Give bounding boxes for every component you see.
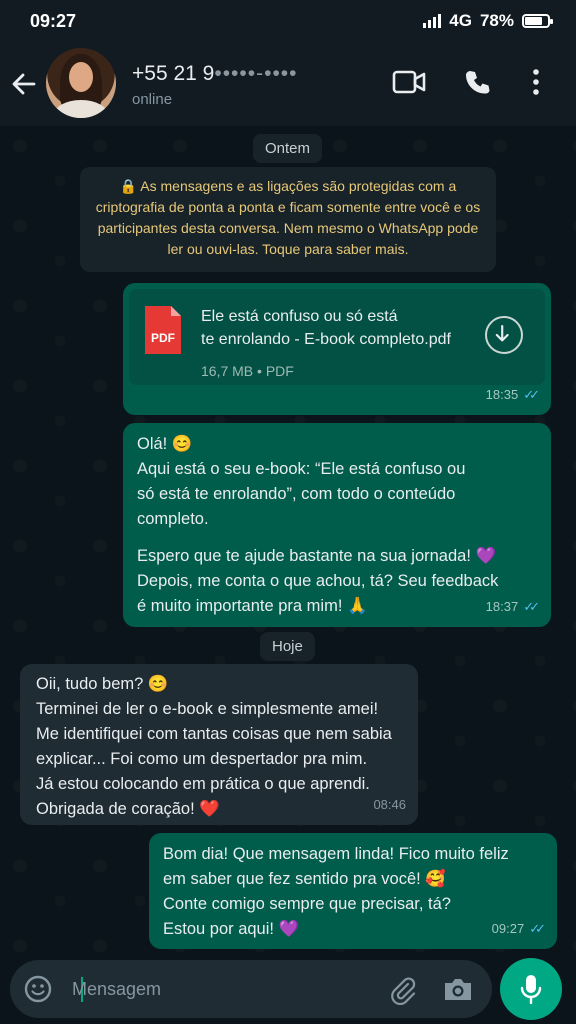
message-input[interactable] [72, 974, 372, 1004]
encryption-notice[interactable]: 🔒 As mensagens e as ligações são protegi… [80, 167, 496, 272]
message-meta: 18:35 ✓✓ [485, 382, 540, 407]
message-composer [0, 956, 576, 1024]
date-chip-yesterday: Ontem [253, 134, 323, 163]
download-icon[interactable] [485, 316, 523, 354]
contact-status: online [132, 91, 173, 108]
status-bar: 09:27 4G 78% [0, 0, 576, 44]
chat-area[interactable]: Ontem 🔒 As mensagens e as ligações são p… [0, 126, 576, 956]
chat-header: +55 21 9•••••-•••• online [0, 44, 576, 126]
status-time: 09:27 [30, 11, 77, 31]
network-type: 4G [449, 11, 472, 30]
message-time: 08:46 [373, 797, 406, 812]
microphone-icon [520, 975, 542, 1005]
camera-icon[interactable] [442, 974, 474, 1004]
outgoing-message[interactable]: Bom dia! Que mensagem linda! Fico muito … [149, 833, 557, 949]
message-meta: 09:27 ✓✓ [491, 916, 546, 941]
message-meta: 18:37 ✓✓ [485, 594, 540, 619]
message-time: 09:27 [491, 921, 525, 936]
document-message[interactable]: PDF Ele está confuso ou só está te enrol… [123, 283, 551, 415]
message-time: 18:35 [485, 387, 519, 402]
more-options-icon[interactable] [530, 68, 542, 96]
attachment-icon[interactable] [388, 975, 418, 1005]
message-input-container [10, 960, 492, 1018]
incoming-message[interactable]: Oii, tudo bem? 😊 Terminei de ler o e-boo… [20, 664, 418, 825]
outgoing-message[interactable]: Olá! 😊 Aqui está o seu e-book: “Ele está… [123, 423, 551, 627]
read-ticks-icon: ✓✓ [529, 921, 546, 936]
document-card[interactable]: PDF Ele está confuso ou só está te enrol… [129, 289, 545, 385]
message-meta: 08:46 [373, 792, 406, 817]
emoji-icon[interactable] [24, 975, 52, 1003]
video-call-icon[interactable] [392, 68, 426, 96]
contact-number: +55 21 9 [132, 62, 215, 85]
svg-text:PDF: PDF [151, 331, 175, 345]
signal-icon [423, 14, 442, 28]
contact-number-masked: •••••-•••• [214, 62, 298, 85]
read-ticks-icon: ✓✓ [523, 599, 540, 614]
voice-call-icon[interactable] [464, 68, 492, 96]
voice-message-button[interactable] [500, 958, 562, 1020]
contact-name[interactable]: +55 21 9•••••-•••• [132, 62, 298, 86]
document-info: 16,7 MB • PDF [201, 363, 294, 379]
document-title: Ele está confuso ou só está te enrolando… [201, 308, 451, 348]
battery-icon [522, 14, 553, 28]
avatar[interactable] [46, 48, 116, 118]
date-chip-today: Hoje [260, 632, 315, 661]
message-time: 18:37 [485, 599, 519, 614]
pdf-file-icon: PDF [145, 306, 181, 354]
status-indicators: 4G 78% [423, 11, 553, 31]
battery-percent: 78% [479, 11, 514, 30]
read-ticks-icon: ✓✓ [523, 387, 540, 402]
back-arrow-icon[interactable] [10, 66, 38, 102]
